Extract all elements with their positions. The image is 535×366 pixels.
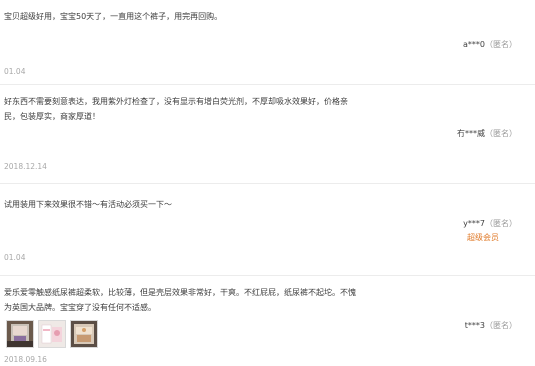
- anonymous-label: （匿名）: [485, 321, 517, 330]
- divider: [0, 183, 535, 184]
- divider: [0, 84, 535, 85]
- diaper-package-image: [7, 321, 33, 347]
- reviewer-nick: y***7: [463, 219, 485, 228]
- diaper-package-image: [39, 321, 65, 347]
- review-photos: [6, 320, 98, 348]
- review-date: 2018.12.14: [4, 162, 47, 171]
- review-text: 爱乐爱零触感纸尿裤超柔软，比较薄，但是壳层效果非常好，干爽。不红屁屁，纸尿裤不起…: [4, 288, 356, 312]
- anonymous-label: （匿名）: [485, 129, 517, 138]
- diaper-package-image: [71, 321, 97, 347]
- review-text: 好东西不需要刻意表达，我用紫外灯检查了，没有显示有增白荧光剂，不厚却吸水效果好，…: [4, 97, 348, 121]
- anonymous-label: （匿名）: [485, 40, 517, 49]
- review-text: 试用装用下来效果很不错～有活动必须买一下～: [4, 200, 172, 209]
- review-date: 01.04: [4, 67, 26, 76]
- reviewer-name: a***0（匿名）: [463, 39, 517, 50]
- review-photo-thumbnail[interactable]: [38, 320, 66, 348]
- reviewer-name: y***7（匿名）: [463, 218, 517, 229]
- reviewer-name: t***3（匿名）: [465, 320, 517, 331]
- review-photo-thumbnail[interactable]: [6, 320, 34, 348]
- reviewer-name: 冇***威（匿名）: [457, 128, 517, 139]
- member-badge: 超级会员: [467, 233, 499, 242]
- anonymous-label: （匿名）: [485, 219, 517, 228]
- reviewer-nick: 冇***威: [457, 129, 485, 138]
- review-date: 01.04: [4, 253, 26, 262]
- review-photo-thumbnail[interactable]: [70, 320, 98, 348]
- review-date: 2018.09.16: [4, 355, 47, 364]
- reviewer-nick: a***0: [463, 40, 485, 49]
- divider: [0, 275, 535, 276]
- reviewer-nick: t***3: [464, 321, 485, 330]
- review-text: 宝贝超级好用，宝宝50天了，一直用这个裤子，用完再回购。: [4, 12, 223, 21]
